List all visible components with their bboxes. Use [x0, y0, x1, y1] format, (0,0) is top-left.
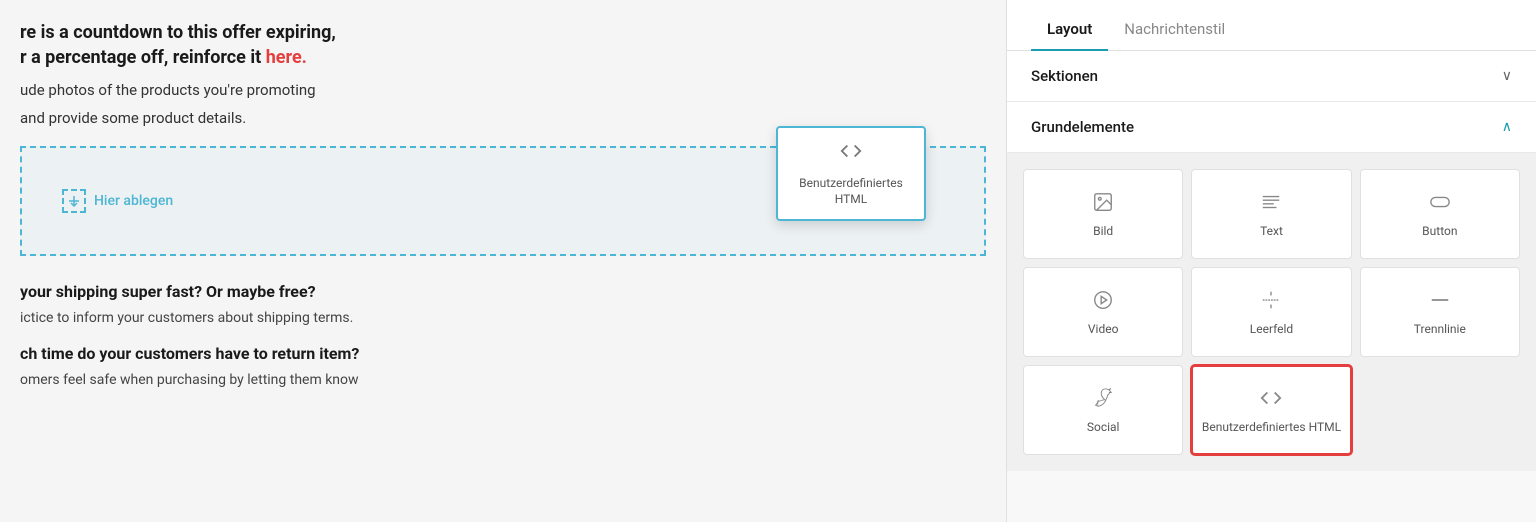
element-label-leerfeld: Leerfeld: [1250, 322, 1293, 338]
elements-grid: Bild Text: [1007, 153, 1536, 471]
section-sektionen-chevron: [1502, 68, 1512, 84]
email-content: re is a countdown to this offer expiring…: [20, 0, 986, 425]
html-code-icon: [1260, 384, 1282, 412]
email-line1: re is a countdown to this offer expiring…: [20, 20, 986, 70]
element-label-social: Social: [1087, 420, 1120, 436]
section-sektionen-label: Sektionen: [1031, 67, 1098, 85]
element-card-text[interactable]: Text: [1191, 169, 1351, 259]
svg-text:f: f: [1097, 399, 1100, 408]
tab-bar: Layout Nachrichtenstil: [1007, 0, 1536, 51]
image-icon: [1092, 188, 1114, 216]
sidebar-content: Sektionen Grundelemente Bild: [1007, 51, 1536, 522]
sidebar-panel: Layout Nachrichtenstil Sektionen Grundel…: [1006, 0, 1536, 522]
drop-zone-label: Hier ablegen: [62, 189, 173, 213]
section-grundelemente-chevron: [1502, 119, 1512, 135]
element-card-video[interactable]: Video: [1023, 267, 1183, 357]
element-card-button[interactable]: Button: [1360, 169, 1520, 259]
element-label-trennlinie: Trennlinie: [1414, 322, 1466, 338]
section-grundelemente-header[interactable]: Grundelemente: [1007, 102, 1536, 153]
email-line3: ude photos of the products you're promot…: [20, 78, 986, 102]
element-card-social[interactable]: f Social: [1023, 365, 1183, 455]
drop-zone-wrapper: Hier ablegen BenutzerdefiniertesHTML: [20, 146, 986, 266]
drop-icon: [62, 189, 86, 213]
element-card-leerfeld[interactable]: Leerfeld: [1191, 267, 1351, 357]
section1-heading: your shipping super fast? Or maybe free?: [20, 282, 986, 301]
button-icon: [1429, 188, 1451, 216]
section2-text: omers feel safe when purchasing by letti…: [20, 369, 986, 391]
social-icon: f: [1092, 384, 1114, 412]
email-line2: r a percentage off, reinforce it here.: [20, 47, 307, 68]
element-label-bild: Bild: [1093, 224, 1113, 240]
section-sektionen-header[interactable]: Sektionen: [1007, 51, 1536, 102]
element-card-trennlinie[interactable]: Trennlinie: [1360, 267, 1520, 357]
trennlinie-icon: [1429, 286, 1451, 314]
element-label-html: Benutzerdefiniertes HTML: [1202, 420, 1341, 436]
element-label-text: Text: [1260, 224, 1283, 240]
dragged-element-floating: BenutzerdefiniertesHTML: [776, 126, 926, 221]
text-icon: [1260, 188, 1282, 216]
section-grundelemente-label: Grundelemente: [1031, 118, 1134, 136]
element-label-video: Video: [1088, 322, 1119, 338]
code-icon-floating: [840, 140, 862, 168]
leerfeld-icon: [1260, 286, 1282, 314]
section2-heading: ch time do your customers have to return…: [20, 344, 986, 363]
dragged-element-label: BenutzerdefiniertesHTML: [799, 176, 903, 207]
tab-layout[interactable]: Layout: [1031, 8, 1108, 50]
email-preview-panel: re is a countdown to this offer expiring…: [0, 0, 1006, 522]
email-link[interactable]: here.: [266, 47, 307, 68]
element-card-html[interactable]: Benutzerdefiniertes HTML: [1191, 365, 1351, 455]
element-card-bild[interactable]: Bild: [1023, 169, 1183, 259]
tab-nachrichtenstil[interactable]: Nachrichtenstil: [1108, 8, 1241, 50]
video-icon: [1092, 286, 1114, 314]
section1-text: ictice to inform your customers about sh…: [20, 307, 986, 329]
element-label-button: Button: [1422, 224, 1457, 240]
